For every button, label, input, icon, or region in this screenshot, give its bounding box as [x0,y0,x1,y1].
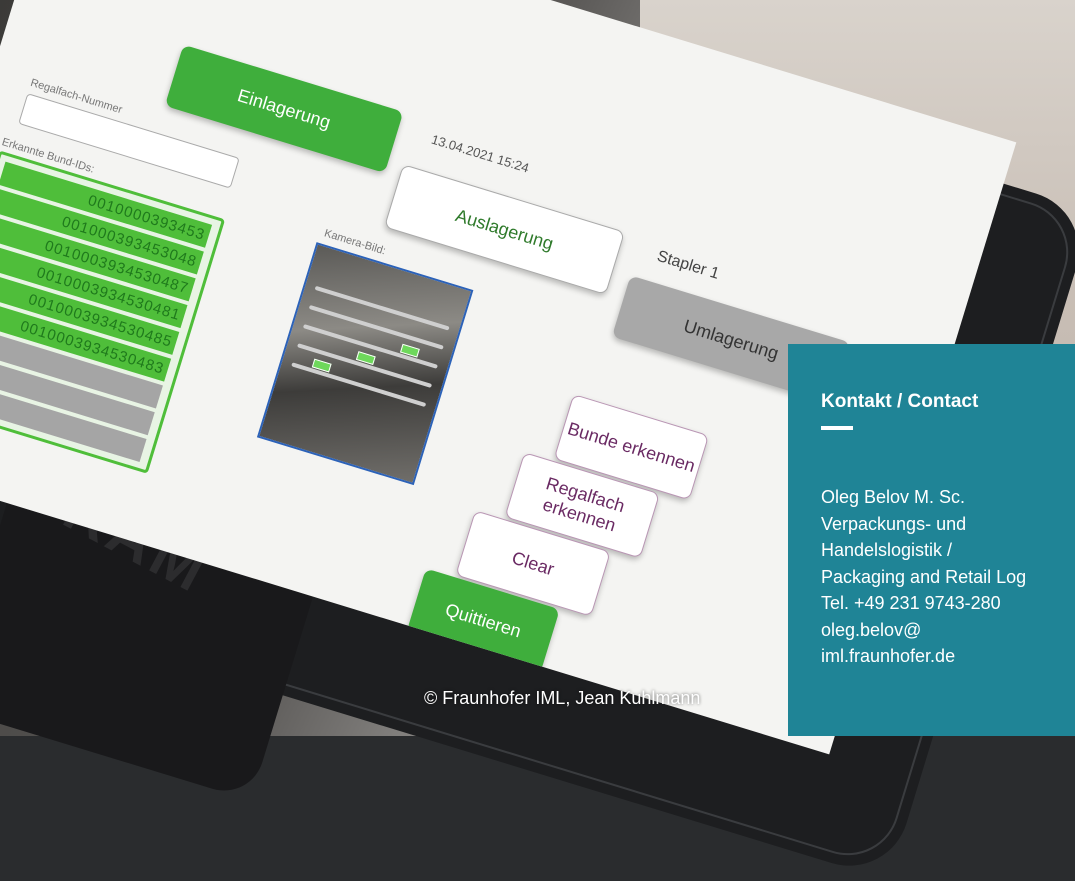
stapler-label: Stapler 1 [654,247,722,283]
bund-id-list: 0010000393453 001000393453048 0010003934… [0,150,226,474]
title-divider [821,426,853,430]
contact-title: Kontakt / Contact [821,391,979,412]
contact-panel: Kontakt / Contact Oleg Belov M. Sc. Verp… [788,344,1075,736]
contact-dept-3: Packaging and Retail Log [821,566,1027,587]
date-time: 13.04.2021 15:24 [429,131,531,176]
camera-image [256,242,474,486]
contact-details: Oleg Belov M. Sc. Verpackungs- und Hande… [821,484,1026,670]
contact-email-2: iml.fraunhofer.de [821,646,956,666]
photo-credit: © Fraunhofer IML, Jean Kuhlmann [424,688,701,708]
contact-dept-2: Handelslogistik / [821,540,953,560]
contact-email-1: oleg.belov@ [821,619,922,640]
contact-name: Oleg Belov M. Sc. [821,487,966,507]
contact-phone: Tel. +49 231 9743-280 [821,593,1001,613]
contact-dept-1: Verpackungs- und [821,513,967,534]
